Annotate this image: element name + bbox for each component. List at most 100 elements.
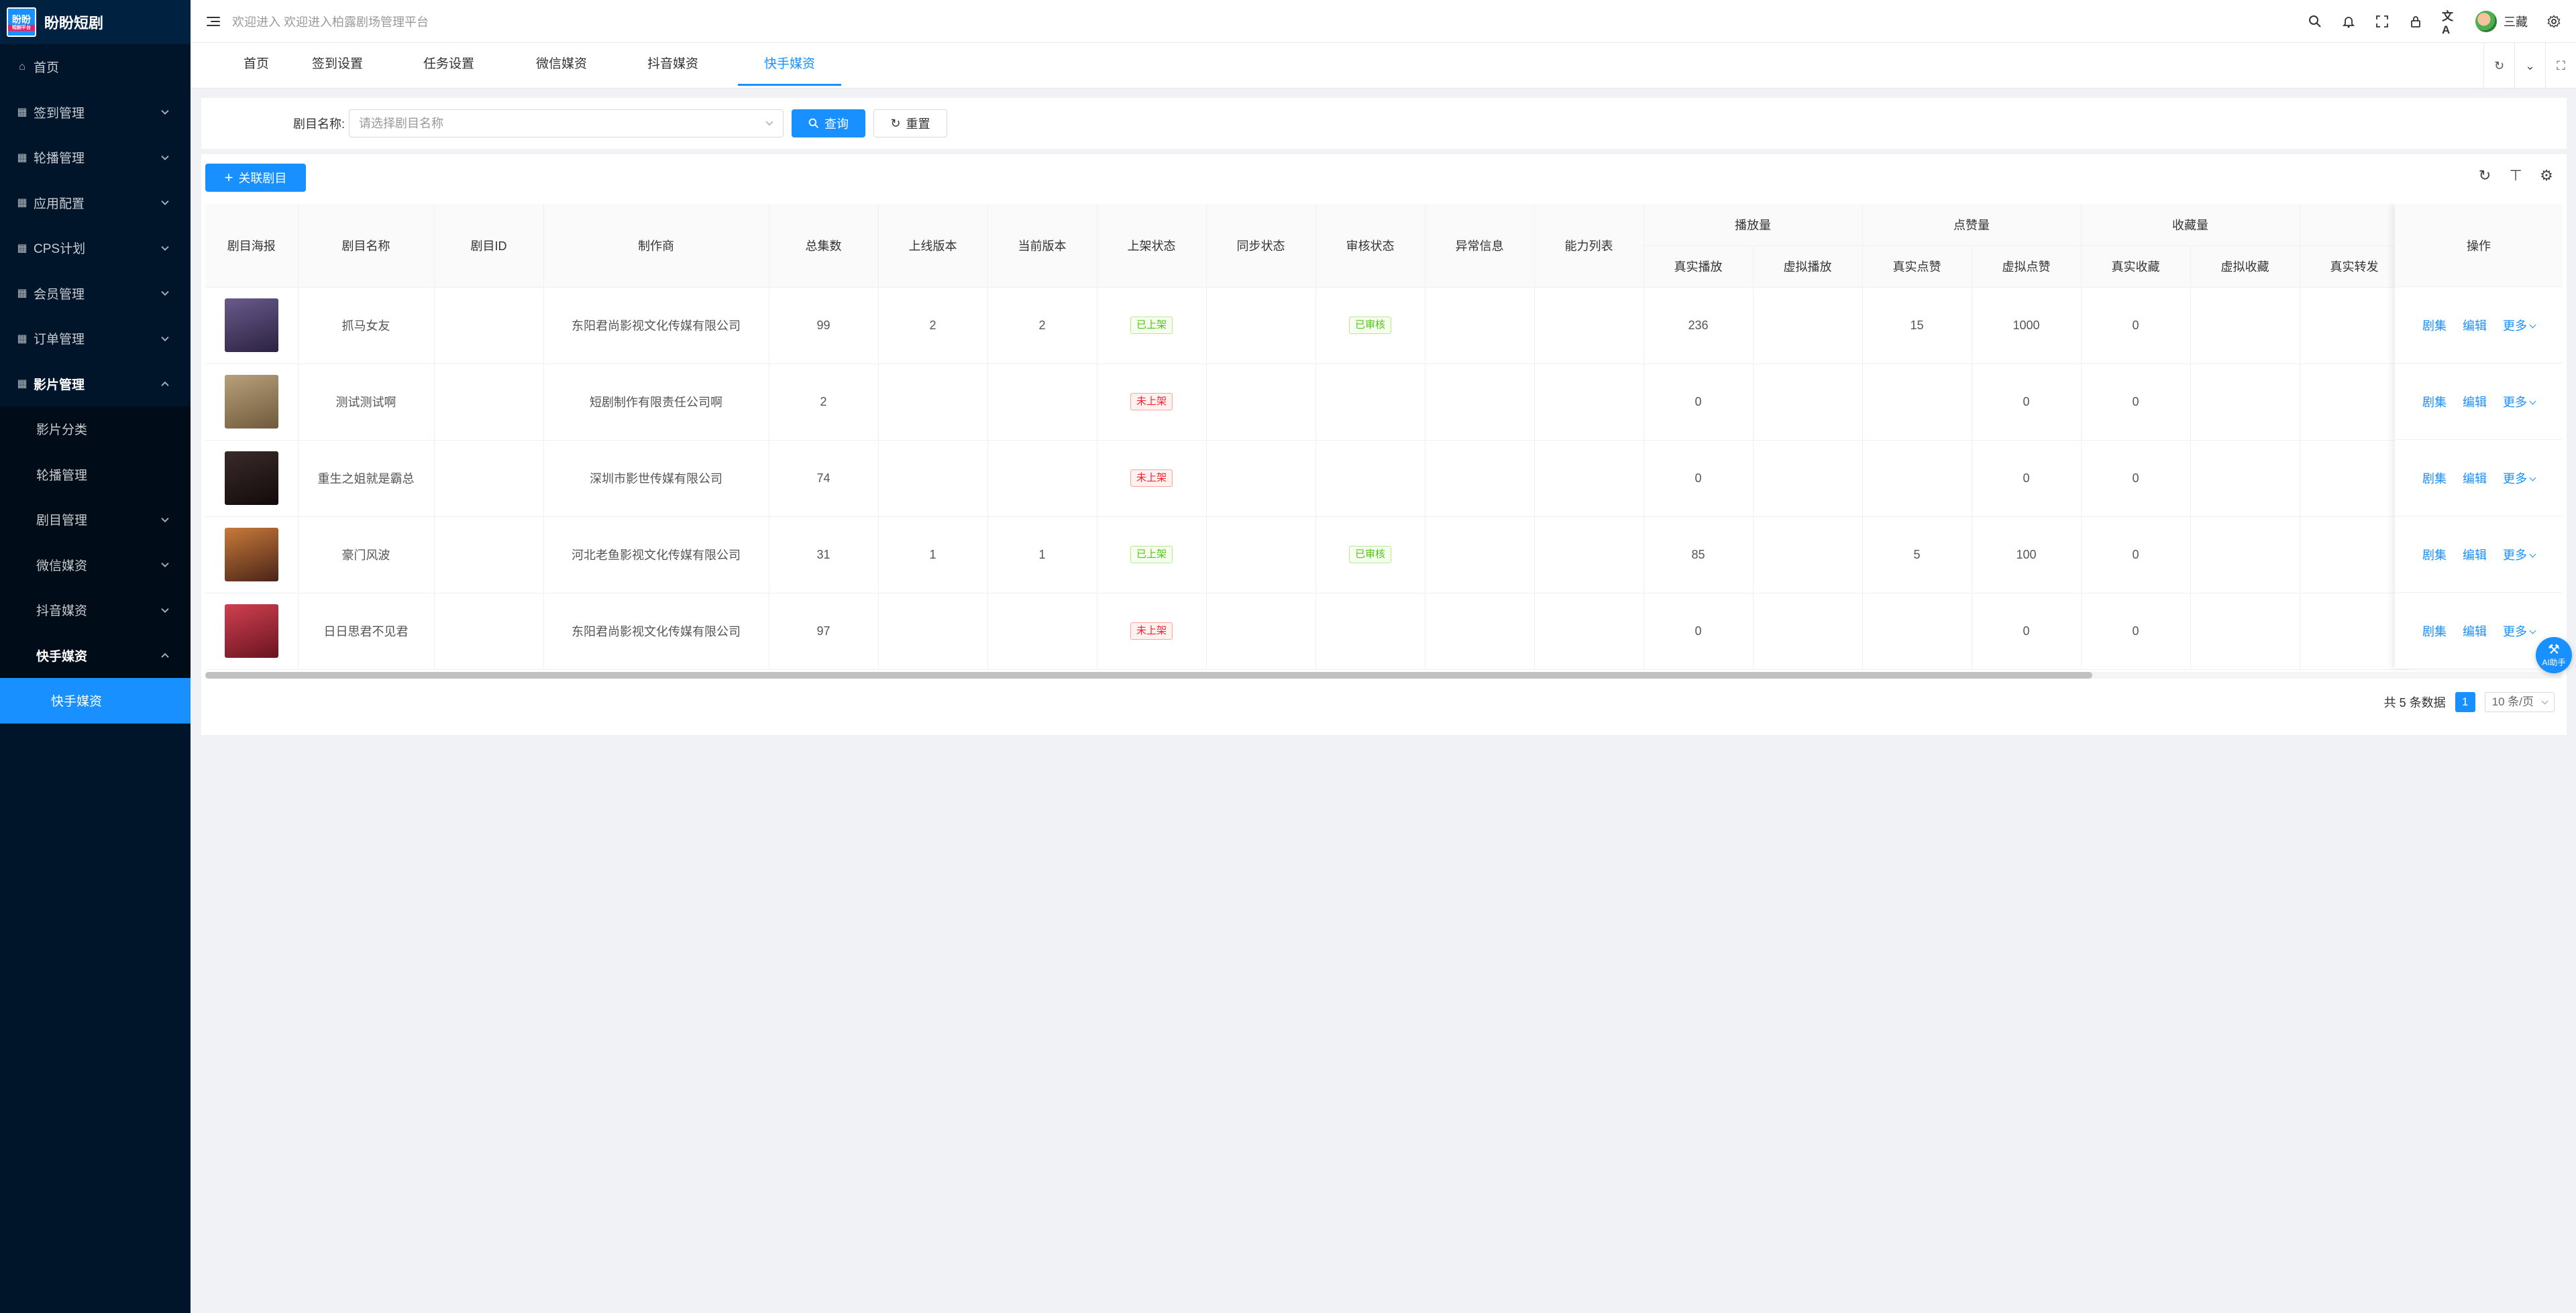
chevron-down-icon	[161, 605, 169, 613]
sidebar-item-checkin[interactable]: ▦ 签到管理	[0, 90, 191, 135]
scrollbar-thumb[interactable]	[205, 672, 2092, 679]
horizontal-scrollbar[interactable]	[205, 672, 2563, 679]
episodes-link[interactable]: 剧集	[2422, 546, 2447, 563]
cell-name: 抓马女友	[298, 287, 435, 364]
maximize-icon[interactable]: ⛶	[2545, 43, 2576, 89]
edit-link[interactable]: 编辑	[2463, 622, 2487, 640]
more-link[interactable]: 更多	[2503, 393, 2535, 410]
sidebar-subitem-kuaishou-media[interactable]: 快手媒资	[0, 633, 191, 679]
search-icon[interactable]	[2308, 14, 2322, 29]
cell-episodes: 97	[769, 593, 879, 670]
menu-toggle-icon[interactable]	[207, 16, 220, 26]
refresh-icon[interactable]: ↻	[2477, 167, 2493, 184]
tab-checkin-settings[interactable]: 签到设置	[309, 43, 366, 86]
cell-real-likes	[1862, 363, 1972, 441]
cell-virtual-likes: 0	[1972, 593, 2082, 670]
poster-image[interactable]	[224, 298, 278, 352]
sidebar-subitem-carousel[interactable]: 轮播管理	[0, 452, 191, 498]
avatar[interactable]	[2475, 11, 2497, 32]
th-episodes: 总集数	[769, 204, 879, 288]
bell-icon[interactable]	[2341, 14, 2356, 29]
translate-icon[interactable]: 文A	[2442, 10, 2457, 36]
tab-home[interactable]: 首页	[236, 43, 276, 86]
poster-image[interactable]	[224, 604, 278, 658]
cell-shelf-status: 已上架	[1097, 287, 1207, 364]
cell-current-version: 1	[987, 516, 1097, 593]
page-size-select[interactable]: 10 条/页	[2484, 692, 2555, 712]
edit-link[interactable]: 编辑	[2463, 393, 2487, 410]
query-button[interactable]: 查询	[792, 109, 865, 137]
episodes-link[interactable]: 剧集	[2422, 469, 2447, 487]
gear-icon[interactable]	[2546, 14, 2561, 29]
lock-icon[interactable]	[2408, 14, 2423, 29]
sidebar-item-label: 首页	[34, 61, 60, 76]
sidebar-item-label: 应用配置	[34, 196, 85, 211]
fullscreen-icon[interactable]	[2375, 14, 2390, 29]
sidebar-subitem-drama[interactable]: 剧目管理	[0, 497, 191, 543]
tab-douyin-media[interactable]: 抖音媒资	[644, 43, 702, 86]
sidebar-subitem-kuaishou-media-active[interactable]: 快手媒资	[0, 678, 191, 724]
poster-image[interactable]	[224, 375, 278, 429]
cell-sync-status	[1206, 516, 1316, 593]
edit-link[interactable]: 编辑	[2463, 317, 2487, 334]
more-link[interactable]: 更多	[2503, 469, 2535, 487]
search-icon	[808, 118, 819, 129]
link-drama-button[interactable]: + 关联剧目	[205, 164, 306, 192]
sidebar-item-cps[interactable]: ▦ CPS计划	[0, 225, 191, 271]
sidebar-subitem-film-category[interactable]: 影片分类	[0, 406, 191, 452]
page-number-button[interactable]: 1	[2455, 692, 2475, 712]
cell-abilities	[1534, 516, 1644, 593]
sidebar-item-orders[interactable]: ▦ 订单管理	[0, 316, 191, 361]
cell-error-info	[1425, 363, 1535, 441]
edit-link[interactable]: 编辑	[2463, 469, 2487, 487]
more-link[interactable]: 更多	[2503, 622, 2535, 640]
query-button-label: 查询	[824, 117, 849, 131]
chevron-down-icon[interactable]: ⌄	[2514, 43, 2545, 89]
sidebar-subitem-wechat-media[interactable]: 微信媒资	[0, 543, 191, 588]
tab-wechat-media[interactable]: 微信媒资	[533, 43, 590, 86]
sidebar-item-label: 快手媒资	[51, 695, 103, 709]
sidebar-item-home[interactable]: ⌂ 首页	[0, 44, 191, 90]
status-badge: 已上架	[1130, 546, 1173, 563]
sidebar-item-members[interactable]: ▦ 会员管理	[0, 271, 191, 317]
refresh-icon[interactable]: ↻	[2483, 43, 2514, 89]
status-badge: 已上架	[1130, 317, 1173, 334]
status-badge: 未上架	[1130, 393, 1173, 410]
th-real-shares: 真实转发	[2300, 245, 2410, 288]
sidebar-item-films[interactable]: ▦ 影片管理	[0, 361, 191, 407]
table-row: 重生之姐就是霸总 深圳市影世传媒有限公司 74 未上架 0 0 0	[205, 440, 2410, 517]
app-title: 盼盼短剧	[44, 15, 104, 32]
sidebar-subitem-douyin-media[interactable]: 抖音媒资	[0, 587, 191, 633]
username[interactable]: 三藏	[2504, 13, 2528, 30]
gear-icon[interactable]: ⚙	[2538, 167, 2555, 184]
review-badge: 已审核	[1348, 317, 1391, 334]
episodes-link[interactable]: 剧集	[2422, 622, 2447, 640]
ai-assistant-button[interactable]: ⚒ AI助手	[2536, 637, 2572, 673]
grid-icon: ▦	[17, 333, 28, 345]
poster-image[interactable]	[224, 451, 278, 505]
episodes-link[interactable]: 剧集	[2422, 393, 2447, 410]
tab-task-settings[interactable]: 任务设置	[420, 43, 478, 86]
poster-image[interactable]	[224, 528, 278, 581]
drama-name-select[interactable]: 请选择剧目名称	[349, 109, 784, 137]
logo-subtext: 短剧平台	[8, 24, 35, 31]
tab-kuaishou-media[interactable]: 快手媒资	[738, 43, 841, 86]
logo[interactable]: 盼盼 短剧平台 盼盼短剧	[0, 0, 191, 44]
search-panel: 剧目名称: 请选择剧目名称 查询 ↻ 重置	[201, 98, 2567, 149]
column-height-icon[interactable]: ⊤	[2508, 167, 2524, 184]
logo-icon: 盼盼 短剧平台	[7, 7, 36, 37]
cell-id	[434, 363, 544, 441]
more-link[interactable]: 更多	[2503, 546, 2535, 563]
episodes-link[interactable]: 剧集	[2422, 317, 2447, 334]
edit-link[interactable]: 编辑	[2463, 546, 2487, 563]
more-link[interactable]: 更多	[2503, 317, 2535, 334]
sidebar-item-app-config[interactable]: ▦ 应用配置	[0, 180, 191, 226]
cell-virtual-plays	[1753, 440, 1863, 517]
reset-button[interactable]: ↻ 重置	[873, 109, 947, 137]
cell-review-status	[1316, 440, 1426, 517]
sidebar-item-carousel[interactable]: ▦ 轮播管理	[0, 135, 191, 180]
cell-id	[434, 516, 544, 593]
th-sync-status: 同步状态	[1206, 204, 1316, 288]
cell-abilities	[1534, 593, 1644, 670]
sidebar-item-label: 抖音媒资	[36, 604, 88, 619]
